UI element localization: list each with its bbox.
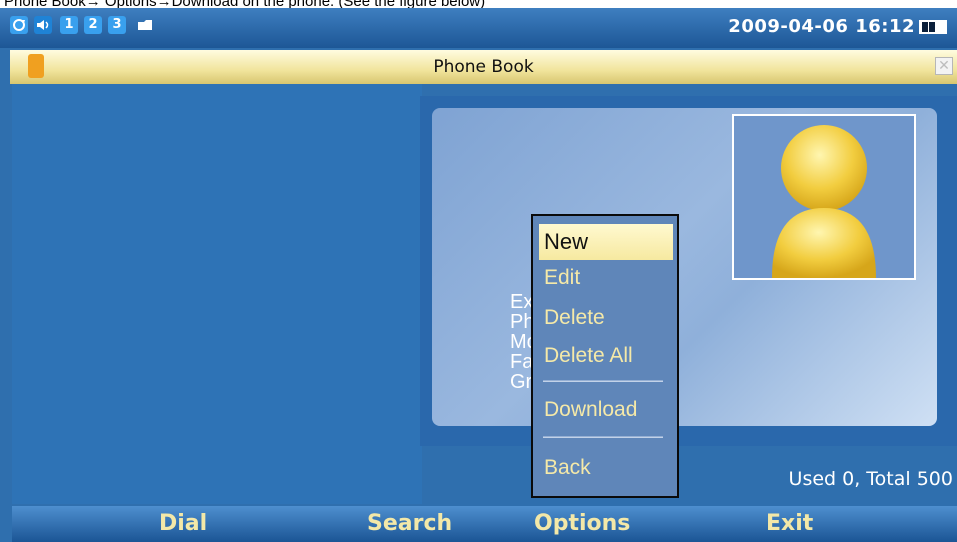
contact-list-panel xyxy=(12,84,422,504)
refresh-icon xyxy=(10,16,28,34)
line-2-indicator: 2 xyxy=(84,16,102,34)
menu-item-download[interactable]: Download xyxy=(539,392,673,428)
softkey-options[interactable]: Options xyxy=(534,511,630,536)
volume-icon xyxy=(34,16,52,34)
title-bar: Phone Book ✕ xyxy=(10,50,957,84)
line-1-indicator: 1 xyxy=(60,16,78,34)
options-menu: New Edit Delete Delete All Download Back xyxy=(531,214,679,498)
phone-screen: 1 2 3 2009-04-06 16:12 Phone Book ✕ Ex P… xyxy=(0,8,957,542)
menu-item-new[interactable]: New xyxy=(539,224,673,260)
contact-detail-card xyxy=(420,96,957,446)
menu-item-delete[interactable]: Delete xyxy=(539,300,673,336)
menu-item-back[interactable]: Back xyxy=(539,450,673,486)
softkey-exit[interactable]: Exit xyxy=(766,511,813,536)
line-3-indicator: 3 xyxy=(108,16,126,34)
avatar-icon xyxy=(772,125,876,278)
softkey-dial[interactable]: Dial xyxy=(159,511,207,536)
menu-divider xyxy=(543,436,663,438)
menu-item-edit[interactable]: Edit xyxy=(539,260,673,296)
menu-divider xyxy=(543,380,663,382)
battery-icon xyxy=(919,20,947,34)
contact-photo xyxy=(732,114,916,280)
phonebook-usage: Used 0, Total 500 xyxy=(788,468,953,490)
sd-card-icon xyxy=(136,16,154,34)
softkey-bar: Dial Search Options Exit xyxy=(12,506,957,542)
softkey-search[interactable]: Search xyxy=(367,511,452,536)
close-icon[interactable]: ✕ xyxy=(935,57,953,75)
status-datetime: 2009-04-06 16:12 xyxy=(728,16,915,37)
status-bar: 1 2 3 2009-04-06 16:12 xyxy=(0,8,957,48)
menu-item-delete-all[interactable]: Delete All xyxy=(539,338,673,374)
contact-detail-background xyxy=(432,108,937,426)
page-title: Phone Book xyxy=(433,57,534,77)
